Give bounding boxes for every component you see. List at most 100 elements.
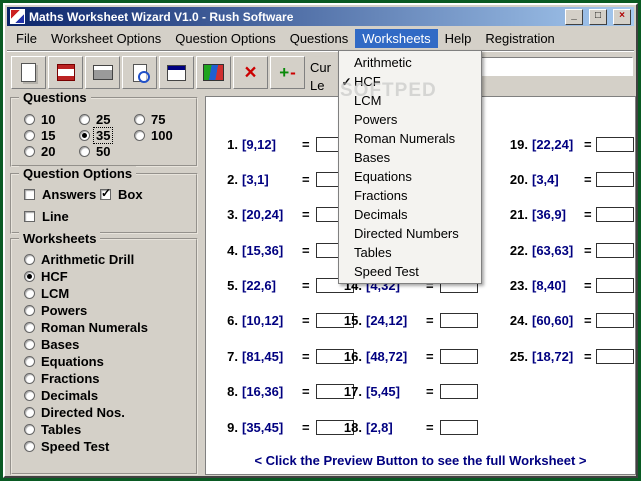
question-count-option[interactable]: 35 xyxy=(79,126,134,144)
toolbar-button[interactable] xyxy=(85,56,120,89)
question-number: 6. xyxy=(227,313,238,329)
dropdown-menu-item[interactable]: Powers xyxy=(339,110,481,129)
menu-item-label: LCM xyxy=(354,93,382,108)
radio-icon xyxy=(24,355,35,367)
titlebar[interactable]: Maths Worksheet Wizard V1.0 - Rush Softw… xyxy=(7,7,634,26)
dropdown-menu-item[interactable]: ✓ HCF xyxy=(339,72,481,91)
toolbar-buttons xyxy=(11,56,307,89)
question-option-checkbox[interactable]: Box xyxy=(100,186,176,202)
menu-item-label: Powers xyxy=(354,112,398,127)
equals-sign: = xyxy=(584,171,592,187)
worksheet-type-option[interactable]: Tables xyxy=(24,422,196,437)
question-pair: [16,36] xyxy=(242,384,284,400)
toolbar-button[interactable] xyxy=(122,56,157,89)
option-label: Speed Test xyxy=(41,438,110,454)
answer-box xyxy=(596,242,634,258)
equals-sign: = xyxy=(584,313,592,329)
toolbar-button[interactable] xyxy=(11,56,46,89)
worksheet-type-option[interactable]: Equations xyxy=(24,354,196,369)
toolbar-button[interactable] xyxy=(48,56,83,89)
question-count-option[interactable]: 20 xyxy=(24,143,79,159)
dropdown-menu-item[interactable]: LCM xyxy=(339,91,481,110)
menu-item[interactable]: Questions xyxy=(283,29,356,48)
answer-box xyxy=(596,313,634,329)
question-count-option[interactable]: 100 xyxy=(134,127,189,143)
equals-sign: = xyxy=(302,419,310,435)
dropdown-menu-item[interactable]: Equations xyxy=(339,167,481,186)
question-number: 15. xyxy=(343,313,362,329)
dropdown-menu-item[interactable]: Tables xyxy=(339,243,481,262)
worksheet-type-option[interactable]: HCF xyxy=(24,269,196,284)
option-label: 75 xyxy=(151,111,166,127)
question-row: 19. [22,24] = xyxy=(506,134,634,154)
question-column-3: 19. [22,24] = 20. [3,4] = 21. [36,9] = 2… xyxy=(506,134,634,366)
question-count-option[interactable]: 25 xyxy=(79,111,134,127)
option-label: Fractions xyxy=(41,370,100,386)
question-number: 25. xyxy=(509,348,528,364)
menubar: File Worksheet Options Question Options Que… xyxy=(7,28,634,49)
dropdown-menu-item[interactable]: Fractions xyxy=(339,186,481,205)
worksheet-type-option[interactable]: Directed Nos. xyxy=(24,405,196,420)
question-number: 4. xyxy=(227,242,238,258)
menu-item[interactable]: Worksheet Options xyxy=(44,29,168,48)
dropdown-menu-item[interactable]: Arithmetic xyxy=(339,53,481,72)
exit-icon xyxy=(277,62,299,84)
question-pair: [63,63] xyxy=(532,242,574,258)
question-number: 16. xyxy=(343,348,362,364)
radio-icon xyxy=(24,129,35,141)
toolbar-button[interactable] xyxy=(196,56,231,89)
dropdown-menu-item[interactable]: Speed Test xyxy=(339,262,481,281)
menu-item[interactable]: File xyxy=(9,29,44,48)
equals-sign: = xyxy=(426,313,434,329)
equals-sign: = xyxy=(302,278,310,294)
app-window: Maths Worksheet Wizard V1.0 - Rush Softw… xyxy=(3,3,638,478)
question-option-checkbox[interactable]: Line xyxy=(24,209,100,224)
worksheet-type-option[interactable]: Powers xyxy=(24,303,196,318)
menu-item[interactable]: Help xyxy=(438,29,479,48)
question-row: 4. [15,36] = xyxy=(214,240,354,260)
question-count-option[interactable]: 75 xyxy=(134,111,189,127)
question-row: 2. [3,1] = xyxy=(214,169,354,189)
menu-item[interactable]: Question Options xyxy=(168,29,282,48)
question-count-option[interactable]: 10 xyxy=(24,111,79,127)
worksheet-type-option[interactable]: Roman Numerals xyxy=(24,320,196,335)
question-number: 1. xyxy=(227,136,238,152)
question-option-checkboxes: Answers Box Line xyxy=(24,186,196,224)
radio-icon xyxy=(24,389,35,401)
close-button[interactable]: × xyxy=(613,8,631,25)
radio-icon xyxy=(24,372,35,384)
worksheet-type-option[interactable]: LCM xyxy=(24,286,196,301)
dropdown-menu-item[interactable]: Bases xyxy=(339,148,481,167)
menu-item-label: Roman Numerals xyxy=(354,131,456,146)
question-row: 25. [18,72] = xyxy=(506,346,634,366)
worksheet-type-option[interactable]: Speed Test xyxy=(24,438,196,454)
worksheet-type-option[interactable]: Arithmetic Drill xyxy=(24,252,196,267)
question-pair: [24,12] xyxy=(366,313,408,329)
worksheet-type-option[interactable]: Fractions xyxy=(24,370,196,386)
dropdown-menu-item[interactable]: Roman Numerals xyxy=(339,129,481,148)
worksheet-type-option[interactable]: Decimals xyxy=(24,388,196,403)
equals-sign: = xyxy=(302,136,310,152)
menu-item[interactable]: Registration xyxy=(478,29,561,48)
question-pair: [10,12] xyxy=(242,313,284,329)
question-row: 17. [5,45] = xyxy=(336,382,478,402)
dropdown-menu-item[interactable]: Decimals xyxy=(339,205,481,224)
question-row: 18. [2,8] = xyxy=(336,417,478,437)
print-icon xyxy=(92,62,114,84)
maximize-button[interactable]: □ xyxy=(589,8,607,25)
worksheet-type-option[interactable]: Bases xyxy=(24,337,196,352)
option-label: 100 xyxy=(151,127,173,143)
dropdown-menu-item[interactable]: Directed Numbers xyxy=(339,224,481,243)
question-count-option[interactable]: 15 xyxy=(24,127,79,143)
toolbar-button[interactable] xyxy=(233,56,268,89)
toolbar-button[interactable] xyxy=(270,56,305,89)
question-count-option[interactable]: 50 xyxy=(79,143,134,159)
question-option-checkbox[interactable]: Answers xyxy=(24,187,100,202)
question-pair: [20,24] xyxy=(242,207,284,223)
toolbar-button[interactable] xyxy=(159,56,194,89)
minimize-button[interactable]: _ xyxy=(565,8,583,25)
menu-item[interactable]: Worksheets xyxy=(355,29,438,48)
question-pair: [81,45] xyxy=(242,348,284,364)
preview-hint-text: < Click the Preview Button to see the fu… xyxy=(254,453,587,468)
equals-sign: = xyxy=(584,348,592,364)
